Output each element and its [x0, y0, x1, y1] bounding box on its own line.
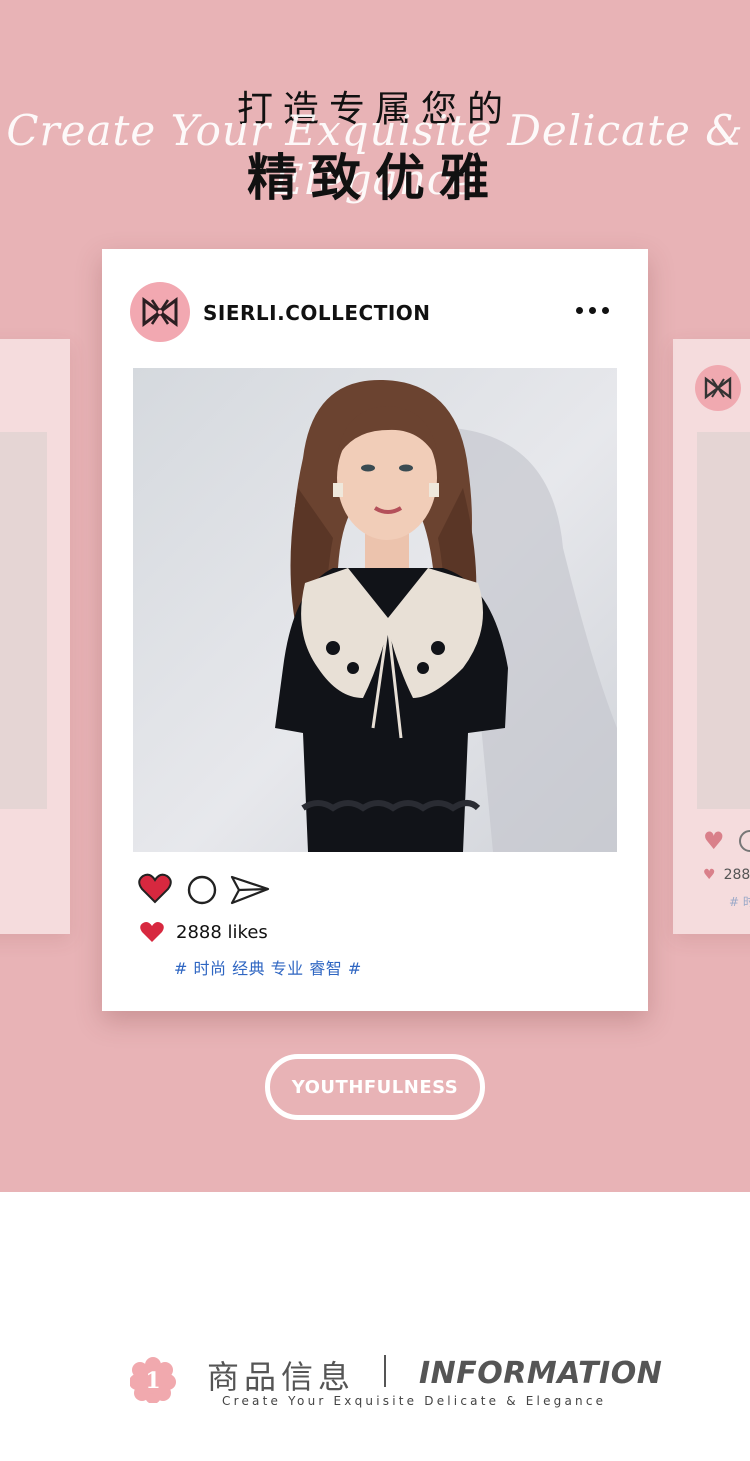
hero-banner: 打造专属您的 Create Your Exquisite Delicate & … [0, 0, 750, 1192]
heart-icon [140, 922, 164, 942]
info-number: 1 [145, 1368, 160, 1394]
more-dots-icon[interactable] [576, 303, 616, 317]
post-card: SIERLI.COLLECTION 2888 likes # 时尚 经典 专业 … [102, 249, 648, 1011]
side-card-left [0, 339, 70, 934]
info-title-en: INFORMATION [419, 1356, 663, 1391]
info-divider [384, 1355, 386, 1387]
side-card-photo [697, 432, 750, 809]
comment-icon [739, 830, 750, 852]
comment-icon[interactable] [186, 874, 218, 910]
headline-main: 精致优雅 [247, 149, 503, 207]
side-card-right: ♥ ♥ 288 # 时 [673, 339, 750, 934]
heart-icon: ♥ [703, 827, 725, 855]
flower-number-icon: 1 [129, 1357, 176, 1404]
info-subtitle: Create Your Exquisite Delicate & Eleganc… [222, 1394, 607, 1408]
heart-icon: ♥ [703, 867, 716, 883]
side-card-tag: # 时 [729, 895, 750, 909]
info-title-cn: 商品信息 [207, 1358, 356, 1396]
sierli-monogram-icon[interactable] [130, 282, 190, 342]
sierli-monogram-icon [695, 365, 741, 411]
share-icon[interactable] [230, 873, 270, 911]
product-photo [133, 368, 617, 852]
side-card-photo [0, 432, 47, 809]
heart-icon[interactable] [138, 873, 172, 909]
post-tags[interactable]: # 时尚 经典 专业 睿智 # [174, 955, 362, 979]
likes-row: 2888 likes [140, 921, 268, 943]
post-username[interactable]: SIERLI.COLLECTION [203, 301, 431, 325]
likes-count: 2888 likes [176, 921, 268, 943]
youthfulness-button[interactable]: YOUTHFULNESS [265, 1054, 485, 1120]
side-card-likes: ♥ 288 [703, 867, 750, 883]
